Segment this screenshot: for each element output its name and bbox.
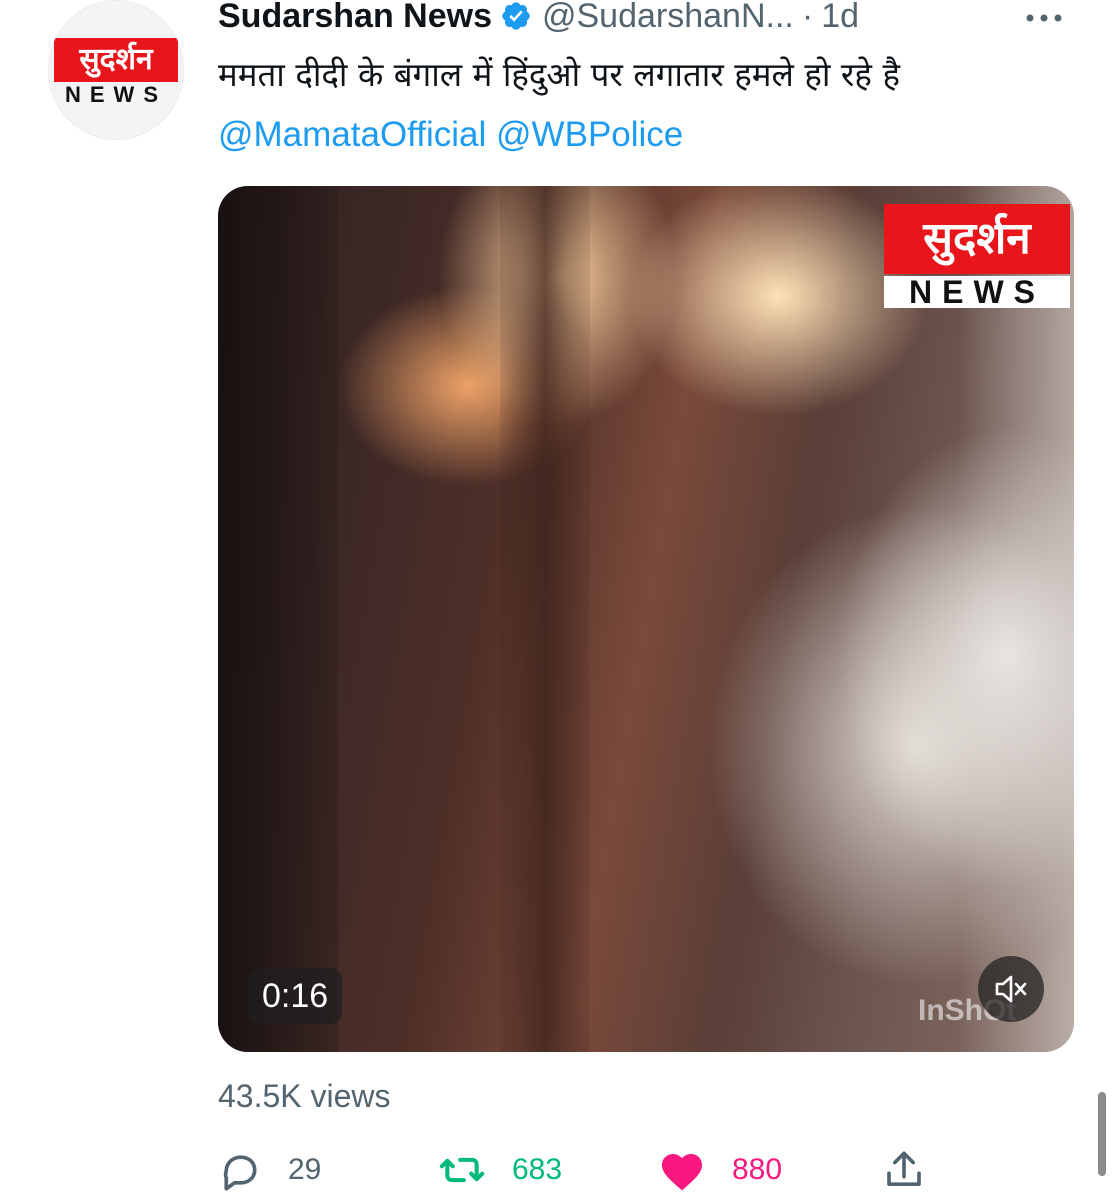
like-count: 880 xyxy=(732,1153,783,1186)
reply-count: 29 xyxy=(288,1153,322,1186)
retweet-count: 683 xyxy=(512,1153,563,1186)
video-frame-dark-column xyxy=(500,186,590,1052)
reply-bubble-icon xyxy=(223,1155,257,1191)
like-button[interactable]: 880 xyxy=(658,1142,782,1198)
video-duration: 0:16 xyxy=(248,968,343,1024)
video-frame-light-column xyxy=(958,186,1074,1052)
mute-toggle-button[interactable] xyxy=(978,956,1044,1022)
share-button[interactable] xyxy=(884,1142,924,1198)
mention-mamataofficial[interactable]: @MamataOfficial xyxy=(218,115,486,154)
heart-filled-icon xyxy=(662,1154,702,1191)
avatar-logo-news: NEWS xyxy=(65,82,167,107)
more-horizontal-icon xyxy=(1026,14,1062,22)
avatar-logo-devanagari: सुदर्शन xyxy=(54,38,178,82)
video-player[interactable]: सुदर्शन NEWS 0:16 InShOt xyxy=(218,186,1074,1052)
views-count[interactable]: 43.5K views xyxy=(218,1078,391,1115)
reply-button[interactable]: 29 xyxy=(218,1142,321,1198)
tweet-header: Sudarshan News @SudarshanN... · 1d xyxy=(218,0,859,36)
watermark-news: NEWS xyxy=(884,276,1070,308)
retweet-icon xyxy=(439,1157,485,1183)
video-frame-dark-column xyxy=(218,186,338,1052)
action-bar: 29 683 880 xyxy=(218,1142,978,1198)
watermark-devanagari: सुदर्शन xyxy=(884,204,1070,274)
scrollbar-thumb[interactable] xyxy=(1098,1092,1106,1176)
verified-badge-icon xyxy=(502,2,530,30)
more-options-button[interactable] xyxy=(1014,0,1074,36)
avatar[interactable]: सुदर्शन NEWS xyxy=(48,0,184,140)
tweet-timestamp[interactable]: 1d xyxy=(821,0,859,36)
tweet: सुदर्शन NEWS Sudarshan News @SudarshanN.… xyxy=(0,0,1120,1200)
header-separator: · xyxy=(801,0,814,35)
author-name[interactable]: Sudarshan News xyxy=(218,0,492,36)
tweet-mentions: @MamataOfficial @WBPolice xyxy=(218,112,683,158)
tweet-text: ममता दीदी के बंगाल में हिंदुओ पर लगातार … xyxy=(218,55,900,94)
volume-muted-icon xyxy=(995,975,1027,1003)
views-label: 43.5K views xyxy=(218,1078,391,1114)
share-upload-icon xyxy=(887,1151,921,1186)
mention-wbpolice[interactable]: @WBPolice xyxy=(496,115,683,154)
author-handle[interactable]: @SudarshanN... xyxy=(542,0,794,36)
retweet-button[interactable]: 683 xyxy=(438,1142,562,1198)
sudarshan-news-watermark: सुदर्शन NEWS xyxy=(884,204,1070,308)
